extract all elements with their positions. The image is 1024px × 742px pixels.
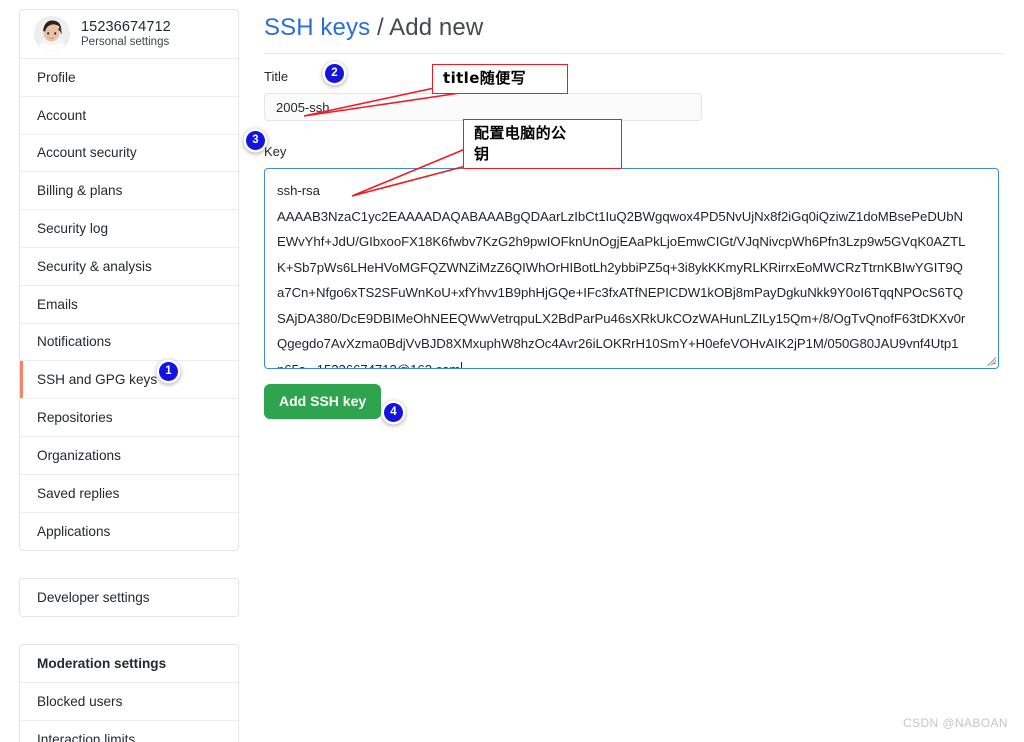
watermark: CSDN @NABOAN bbox=[903, 716, 1008, 730]
breadcrumb-separator: / bbox=[370, 14, 390, 41]
page-root: 15236674712 Personal settings Profile Ac… bbox=[0, 0, 1024, 742]
sidebar-item-organizations[interactable]: Organizations bbox=[20, 436, 238, 475]
textarea-resize-handle-icon[interactable] bbox=[983, 353, 997, 367]
step-badge-4: 4 bbox=[384, 403, 403, 422]
title-input-value: 2005-ssh bbox=[276, 99, 330, 115]
step-badge-1: 1 bbox=[159, 362, 178, 381]
breadcrumb-current: Add new bbox=[389, 14, 484, 41]
key-textarea[interactable]: ssh-rsa AAAAB3NzaC1yc2EAAAADAQABAAABgQDA… bbox=[264, 168, 999, 369]
annotation-note-key-text: 配置电脑的公 钥 bbox=[474, 124, 567, 163]
annotation-note-title-text: title随便写 bbox=[443, 69, 526, 87]
key-textarea-value: ssh-rsa AAAAB3NzaC1yc2EAAAADAQABAAABgQDA… bbox=[265, 169, 998, 368]
annotation-note-key: 配置电脑的公 钥 bbox=[463, 119, 622, 169]
sidebar-user-subtitle: Personal settings bbox=[81, 36, 170, 49]
sidebar-item-emails[interactable]: Emails bbox=[20, 285, 238, 324]
sidebar-item-label: Account security bbox=[37, 145, 137, 161]
sidebar-item-label: Security log bbox=[37, 221, 109, 237]
sidebar-item-label: Blocked users bbox=[37, 694, 123, 710]
sidebar-item-notifications[interactable]: Notifications bbox=[20, 323, 238, 362]
add-ssh-key-button[interactable]: Add SSH key bbox=[264, 384, 382, 419]
sidebar-item-account[interactable]: Account bbox=[20, 96, 238, 135]
sidebar-item-account-security[interactable]: Account security bbox=[20, 134, 238, 173]
title-input[interactable]: 2005-ssh bbox=[264, 93, 702, 121]
breadcrumb-link-ssh-keys[interactable]: SSH keys bbox=[264, 14, 370, 41]
sidebar-primary-card: 15236674712 Personal settings Profile Ac… bbox=[19, 9, 239, 552]
sidebar-user-block[interactable]: 15236674712 Personal settings bbox=[20, 10, 238, 59]
sidebar-item-billing-and-plans[interactable]: Billing & plans bbox=[20, 172, 238, 211]
sidebar-item-label: Organizations bbox=[37, 447, 121, 463]
sidebar-item-label: Notifications bbox=[37, 334, 112, 350]
main-content: SSH keys / Add new Title 2005-ssh Key ss… bbox=[264, 0, 1004, 419]
sidebar-item-ssh-and-gpg-keys[interactable]: SSH and GPG keys bbox=[20, 361, 238, 400]
sidebar-item-label: Emails bbox=[37, 296, 78, 312]
sidebar-item-label: Security & analysis bbox=[37, 258, 152, 274]
title-divider bbox=[264, 53, 1004, 54]
sidebar-item-security-log[interactable]: Security log bbox=[20, 210, 238, 248]
sidebar-item-moderation-settings[interactable]: Moderation settings bbox=[20, 645, 238, 684]
sidebar-item-profile[interactable]: Profile bbox=[20, 59, 238, 97]
sidebar-item-label: Account bbox=[37, 107, 87, 123]
sidebar-item-label: Interaction limits bbox=[37, 732, 136, 742]
sidebar-user-name: 15236674712 bbox=[81, 18, 171, 35]
settings-sidebar: 15236674712 Personal settings Profile Ac… bbox=[19, 9, 239, 742]
title-field-label: Title bbox=[264, 69, 289, 84]
sidebar-item-saved-replies[interactable]: Saved replies bbox=[20, 474, 238, 513]
sidebar-item-repositories[interactable]: Repositories bbox=[20, 399, 238, 437]
sidebar-user-text: 15236674712 Personal settings bbox=[81, 19, 171, 50]
annotation-note-title: title随便写 bbox=[432, 64, 568, 94]
sidebar-item-label: Moderation settings bbox=[37, 656, 167, 672]
sidebar-item-label: SSH and GPG keys bbox=[37, 372, 158, 388]
sidebar-developer-card: Developer settings bbox=[19, 578, 239, 618]
sidebar-item-label: Billing & plans bbox=[37, 183, 123, 199]
sidebar-item-label: Applications bbox=[37, 523, 111, 539]
sidebar-item-developer-settings[interactable]: Developer settings bbox=[20, 579, 238, 617]
sidebar-item-label: Saved replies bbox=[37, 485, 120, 501]
sidebar-item-security-and-analysis[interactable]: Security & analysis bbox=[20, 247, 238, 286]
step-badge-3: 3 bbox=[246, 131, 265, 150]
sidebar-item-label: Repositories bbox=[37, 410, 113, 426]
sidebar-item-label: Profile bbox=[37, 69, 76, 85]
sidebar-moderation-card: Moderation settings Blocked users Intera… bbox=[19, 644, 239, 742]
step-badge-2: 2 bbox=[325, 64, 344, 83]
text-caret bbox=[461, 361, 463, 368]
key-field-label: Key bbox=[264, 144, 287, 159]
sidebar-item-applications[interactable]: Applications bbox=[20, 512, 238, 551]
sidebar-item-blocked-users[interactable]: Blocked users bbox=[20, 683, 238, 721]
page-title: SSH keys / Add new bbox=[264, 0, 1004, 42]
avatar bbox=[34, 16, 70, 52]
sidebar-item-label: Developer settings bbox=[37, 590, 150, 606]
sidebar-item-interaction-limits[interactable]: Interaction limits bbox=[20, 720, 238, 742]
user-photo-avatar-icon bbox=[34, 16, 70, 52]
